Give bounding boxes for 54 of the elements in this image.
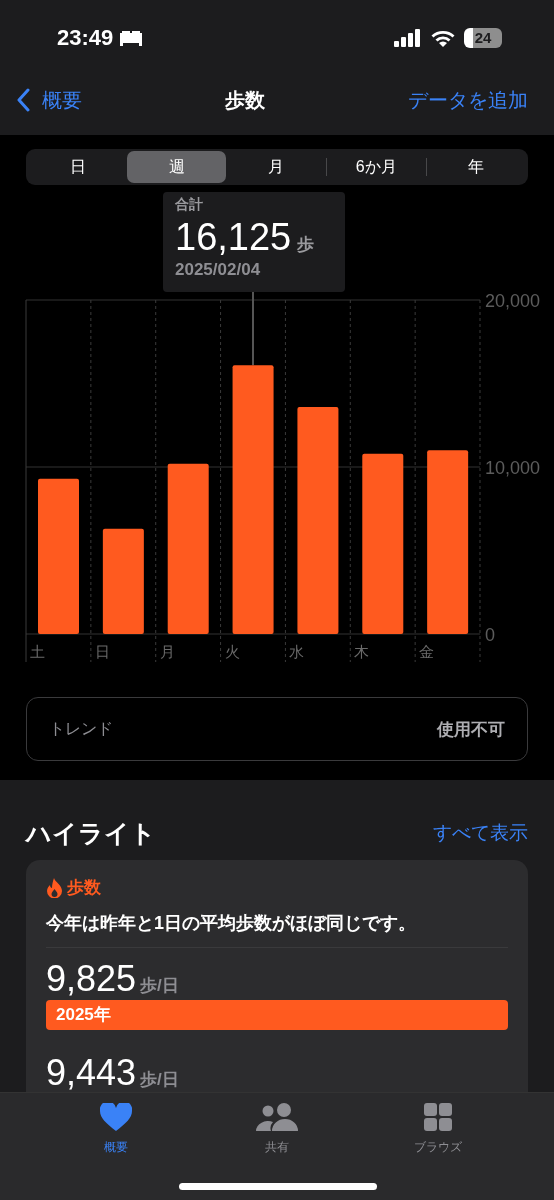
period-tab[interactable]: 6か月	[326, 151, 426, 183]
axis-label: 木	[354, 643, 370, 660]
battery-icon: 24	[464, 27, 502, 48]
average-value: 9,443	[46, 1052, 137, 1092]
tooltip-date: 2025/02/04	[175, 260, 261, 280]
axis-label: 金	[419, 643, 435, 660]
people-icon	[256, 1103, 298, 1131]
bar[interactable]	[297, 406, 339, 634]
axis-label: 火	[224, 643, 240, 660]
tooltip-label: 合計	[175, 196, 203, 214]
tooltip-value: 16,125	[175, 215, 292, 260]
axis-label: 水	[289, 643, 305, 660]
axis-label: 20,000	[485, 291, 541, 311]
back-link[interactable]: 概要	[16, 86, 82, 114]
axis-label: 10,000	[485, 458, 541, 478]
tab-item[interactable]: ブラウズ	[357, 1093, 518, 1163]
signal-icon	[394, 28, 422, 47]
axis-label: 月	[159, 643, 175, 660]
tab-item[interactable]: 共有	[196, 1093, 358, 1163]
status-time: 23:49	[57, 24, 114, 51]
trend-value: 使用不可	[437, 718, 505, 741]
axis-label: 土	[30, 643, 45, 660]
add-data-link[interactable]: データを追加	[408, 86, 528, 114]
bar[interactable]	[232, 365, 274, 634]
period-tab[interactable]: 月	[226, 151, 326, 183]
highlight-card[interactable]: 歩数 今年は昨年と1日の平均歩数がほぼ同じです。 9,825 歩/日 2025年 9,443 歩/日	[26, 860, 528, 1092]
average-value: 9,825	[46, 958, 137, 1000]
grid-icon	[423, 1103, 452, 1131]
period-tab[interactable]: 年	[426, 151, 526, 183]
bar[interactable]	[427, 450, 469, 634]
page-title: 歩数	[225, 87, 265, 113]
trend-label: トレンド	[49, 718, 113, 739]
show-all-link[interactable]: すべて表示	[433, 820, 528, 846]
period-tab[interactable]: 週	[127, 151, 227, 183]
bar[interactable]	[102, 528, 144, 634]
year-bar: 2025年	[46, 1000, 508, 1030]
back-chevron-icon	[16, 88, 30, 112]
unit-label: 歩/日	[140, 975, 179, 997]
card-title: 歩数	[67, 877, 101, 899]
unit-label: 歩/日	[140, 1069, 179, 1091]
highlight-text: 今年は昨年と1日の平均歩数がほぼ同じです。	[46, 912, 417, 935]
bar[interactable]	[167, 463, 209, 634]
flame-icon	[46, 877, 63, 898]
heart-icon	[100, 1103, 133, 1131]
axis-label: 0	[485, 625, 495, 645]
trend-card[interactable]: トレンド 使用不可	[26, 697, 528, 761]
bar[interactable]	[362, 453, 404, 634]
period-tab[interactable]: 日	[28, 151, 128, 183]
wifi-icon	[430, 28, 456, 47]
tab-item[interactable]: 概要	[36, 1093, 197, 1163]
axis-label: 日	[94, 643, 110, 660]
section-title: ハイライト	[26, 817, 156, 849]
tooltip-unit: 歩	[297, 234, 315, 256]
bed-icon	[119, 29, 144, 46]
